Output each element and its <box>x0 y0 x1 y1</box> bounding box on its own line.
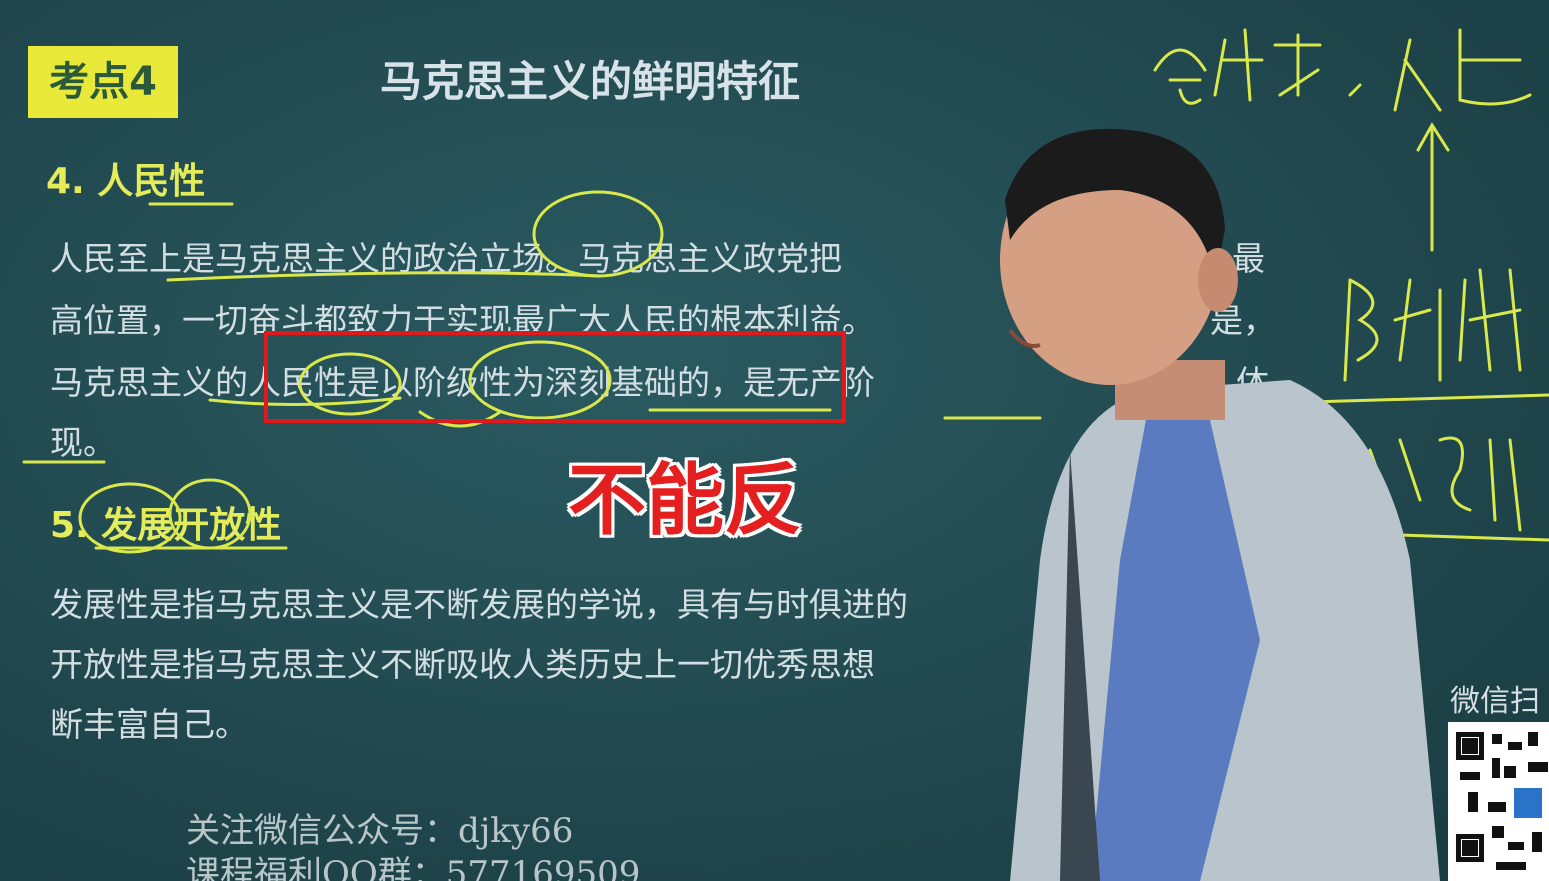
qr-logo-icon <box>1514 788 1542 818</box>
qr-code[interactable] <box>1448 722 1549 881</box>
qr-label: 微信扫 <box>1450 684 1540 719</box>
footer-wechat: 关注微信公众号：djky66 <box>186 811 574 851</box>
footer-qq-group: 课程福利QQ群：577169509 <box>186 854 641 881</box>
video-frame: 考点4 马克思主义的鲜明特征 4. 人民性 人民至上是马克思主义的政治立场。马克… <box>0 0 1549 881</box>
highlight-box <box>264 331 846 423</box>
overlay-caption: 不能反 <box>568 456 803 546</box>
